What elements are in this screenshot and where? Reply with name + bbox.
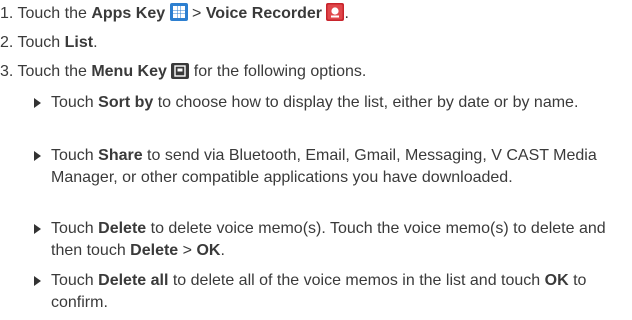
bullet-triangle-icon [34, 98, 41, 108]
step-emphasis: Apps Key [91, 5, 166, 22]
step-emphasis: Menu Key [91, 63, 167, 80]
bullet-emphasis: OK [196, 242, 221, 259]
bullet-text: Touch Delete to delete voice memo(s). To… [51, 218, 624, 262]
bullet-segment: > [178, 242, 197, 259]
bullet-emphasis: Delete [98, 220, 147, 237]
option-bullet-share: Touch Share to send via Bluetooth, Email… [34, 145, 624, 189]
manual-page: 1. Touch the Apps Key > Voice Recorder .… [0, 0, 632, 320]
step-1: 1. Touch the Apps Key > Voice Recorder . [0, 3, 349, 27]
bullet-emphasis: Sort by [98, 94, 154, 111]
bullet-text: Touch Sort by to choose how to display t… [51, 92, 624, 114]
step-number: 2. [0, 34, 14, 51]
bullet-segment: to choose how to display the list, eithe… [153, 94, 579, 111]
option-bullet-delete: Touch Delete to delete voice memo(s). To… [34, 218, 624, 262]
option-bullet-delete-all: Touch Delete all to delete all of the vo… [34, 270, 624, 314]
bullet-triangle-icon [34, 224, 41, 234]
step-text: for the following options. [189, 63, 367, 80]
step-number: 1. [0, 5, 14, 22]
bullet-segment: to delete all of the voice memos in the … [168, 272, 545, 289]
step-number: 3. [0, 63, 14, 80]
step-emphasis: List [64, 34, 94, 51]
bullet-segment: Touch [51, 220, 99, 237]
bullet-triangle-icon [34, 151, 41, 161]
step-end: . [344, 5, 349, 22]
apps-key-icon [169, 3, 188, 27]
bullet-emphasis: Delete all [98, 272, 169, 289]
bullet-emphasis: Share [98, 147, 143, 164]
step-text: Touch the [17, 5, 92, 22]
menu-key-icon [171, 63, 190, 85]
bullet-triangle-icon [34, 276, 41, 286]
voice-recorder-icon [326, 3, 345, 27]
step-emphasis: Voice Recorder [205, 5, 323, 22]
step-end: . [93, 34, 98, 51]
bullet-emphasis: OK [544, 272, 569, 289]
option-bullet-sort: Touch Sort by to choose how to display t… [34, 92, 624, 114]
step-text: Touch [17, 34, 65, 51]
step-3: 3. Touch the Menu Key for the following … [0, 62, 366, 85]
bullet-emphasis: Delete [130, 242, 179, 259]
bullet-segment: Touch [51, 272, 99, 289]
step-text: Touch the [17, 63, 92, 80]
bullet-segment: Touch [51, 94, 99, 111]
bullet-text: Touch Share to send via Bluetooth, Email… [51, 145, 624, 189]
bullet-segment: Touch [51, 147, 99, 164]
step-2: 2. Touch List. [0, 33, 98, 53]
bullet-text: Touch Delete all to delete all of the vo… [51, 270, 624, 314]
separator: > [187, 5, 206, 22]
bullet-segment: . [220, 242, 225, 259]
